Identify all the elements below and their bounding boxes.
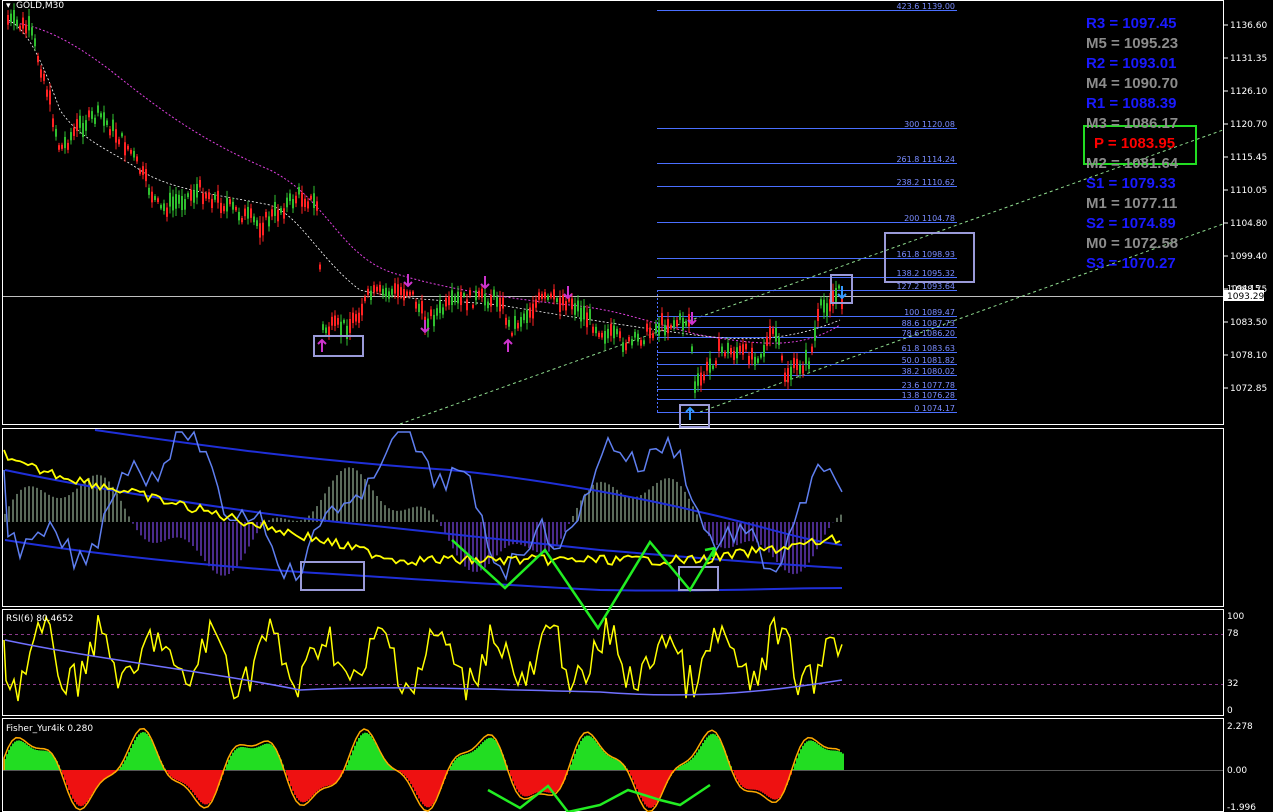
pivot-m3: M3 = 1086.17	[1086, 115, 1179, 132]
price-axis-label: 1126.10	[1230, 87, 1267, 97]
fib-level-label: 300 1120.08	[904, 120, 955, 129]
fisher-label: Fisher_Yur4ik 0.280	[6, 724, 93, 734]
fib-level-label: 423.6 1139.00	[896, 2, 955, 11]
main-panel-frame	[2, 0, 1224, 425]
fisher-axis-top: 2.278	[1227, 722, 1253, 732]
price-axis-label: 1104.80	[1230, 219, 1267, 229]
price-axis-label: 1110.05	[1230, 186, 1267, 196]
price-axis-label: 1083.50	[1230, 318, 1267, 328]
current-price-marker-text: 1093.29	[1227, 292, 1264, 302]
pivot-s3: S3 = 1070.27	[1086, 255, 1176, 272]
rsi-axis-78: 78	[1227, 629, 1239, 639]
price-axis-label: 1099.40	[1230, 252, 1267, 262]
rsi-axis-32: 32	[1227, 679, 1238, 689]
oscillator-line	[3, 430, 843, 582]
pivot-m5: M5 = 1095.23	[1086, 35, 1179, 52]
sell-arrow-icon	[480, 276, 490, 290]
chart-title-arrow-icon[interactable]: ▾	[6, 1, 11, 11]
pivot-m0: M0 = 1072.58	[1086, 235, 1179, 252]
rsi-panel-frame	[2, 609, 1224, 716]
sell-arrow-icon	[563, 286, 573, 300]
price-axis-label: 1120.70	[1230, 120, 1267, 130]
price-marker-small: 1094.15	[1227, 284, 1260, 293]
fib-level-label: 13.8 1076.28	[902, 391, 955, 400]
price-axis-label: 1072.85	[1230, 384, 1267, 394]
fib-level-label: 61.8 1083.63	[902, 344, 955, 353]
fib-level-label: 100 1089.47	[904, 308, 955, 317]
fisher-axis-bottom: -1.996	[1227, 803, 1256, 812]
fib-level-label: 138.2 1095.32	[896, 269, 955, 278]
chart-canvas: ▾ GOLD,M30 423.6 1139.00 300 1120.08 261.8…	[2, 0, 1267, 812]
highlight-box-low[interactable]	[679, 404, 710, 428]
pivot-m2: M2 = 1081.64	[1086, 155, 1179, 172]
fib-level-label: 78.6 1086.20	[902, 329, 955, 338]
fib-level-label: 23.6 1077.78	[902, 381, 955, 390]
pivot-levels-list: R3 = 1097.45 M5 = 1095.23 R2 = 1093.01 M4 =…	[1086, 14, 1206, 274]
price-candles	[7, 3, 843, 399]
highlight-box-indicator-right[interactable]	[678, 566, 719, 591]
fib-level-label: 38.2 1080.02	[902, 367, 955, 376]
price-axis-label: 1115.45	[1230, 153, 1267, 163]
rsi-label: RSI(6) 80.4652	[6, 614, 73, 624]
rsi-axis-0: 0	[1227, 706, 1233, 716]
ma-line-blue-3	[4, 539, 843, 592]
fib-level-label: 238.2 1110.62	[896, 178, 955, 187]
fisher-axis-zero: 0.00	[1227, 766, 1247, 776]
pivot-s2: S2 = 1074.89	[1086, 215, 1176, 232]
fib-level-label: 0 1074.17	[914, 404, 955, 413]
price-axis: 1136.60 1131.35 1126.10 1120.70 1115.45 1110.…	[1224, 21, 1267, 394]
pivot-p: P = 1083.95	[1094, 135, 1176, 152]
pivot-r3: R3 = 1097.45	[1086, 15, 1177, 32]
buy-arrow-icon	[503, 338, 513, 352]
fib-level-label: 50.0 1081.82	[902, 356, 955, 365]
moving-average-slow	[7, 21, 841, 344]
fib-level-label: 88.6 1087.73	[902, 319, 955, 328]
price-axis-label: 1136.60	[1230, 21, 1267, 31]
chart-title: GOLD,M30	[16, 1, 64, 11]
sell-arrow-icon	[403, 274, 413, 288]
price-axis-label: 1078.10	[1230, 351, 1267, 361]
signal-up-arrow-icon	[685, 406, 695, 420]
pivot-r2: R2 = 1093.01	[1086, 55, 1177, 72]
pivot-s1: S1 = 1079.33	[1086, 175, 1176, 192]
fib-level-label: 261.8 1114.24	[896, 155, 955, 164]
rsi-axis-100: 100	[1227, 612, 1244, 622]
pivot-m1: M1 = 1077.11	[1086, 195, 1178, 212]
fib-level-label: 127.2 1093.64	[896, 282, 955, 291]
pivot-m4: M4 = 1090.70	[1086, 75, 1179, 92]
buy-arrow-icon	[317, 338, 327, 352]
fib-level-label: 200 1104.78	[904, 214, 955, 223]
pivot-r1: R1 = 1088.39	[1086, 95, 1177, 112]
price-axis-label: 1131.35	[1230, 54, 1267, 64]
fib-level-label: 161.8 1098.93	[896, 250, 955, 259]
